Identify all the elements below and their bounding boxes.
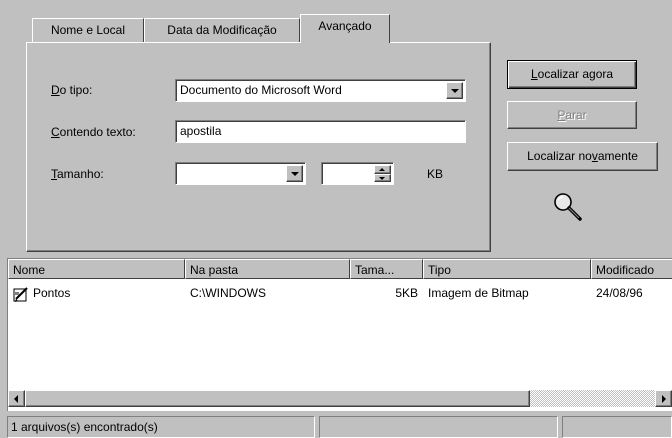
- tab-nome-e-local[interactable]: Nome e Local: [32, 18, 144, 42]
- status-panel-3: [562, 416, 672, 438]
- column-header-size[interactable]: Tama...: [350, 259, 423, 279]
- contains-text-value: apostila: [180, 124, 222, 138]
- cell-type: Imagem de Bitmap: [428, 286, 529, 300]
- column-header-modified[interactable]: Modificado: [591, 259, 672, 279]
- cell-folder: C:\WINDOWS: [190, 286, 266, 300]
- spin-down-button[interactable]: [374, 174, 391, 182]
- cell-size: 5KB: [395, 286, 418, 300]
- chevron-down-icon: [451, 89, 459, 93]
- arrow-up-icon: [379, 168, 385, 171]
- arrow-left-icon: [14, 395, 18, 403]
- tab-avancado[interactable]: Avançado: [300, 14, 390, 43]
- stop-label: Parar: [557, 108, 587, 122]
- status-panel-2: [319, 416, 558, 438]
- type-select-value: Documento do Microsoft Word: [180, 83, 342, 97]
- status-text-panel: 1 arquivos(s) encontrado(s): [7, 416, 315, 438]
- type-label: Do tipo:: [51, 83, 93, 97]
- spin-up-button[interactable]: [374, 165, 391, 174]
- size-condition-select[interactable]: [175, 162, 306, 185]
- results-list[interactable]: Nome Na pasta Tama... Tipo Modificado Po…: [7, 258, 672, 411]
- contains-text-label: Contendo texto:: [51, 125, 136, 139]
- stop-button[interactable]: Parar: [507, 101, 637, 129]
- find-now-label: Localizar agora: [530, 67, 614, 81]
- type-select[interactable]: Documento do Microsoft Word: [175, 79, 466, 102]
- size-dropdown-button[interactable]: [286, 165, 303, 182]
- column-header-name[interactable]: Nome: [8, 259, 185, 279]
- tab-data-da-modificacao[interactable]: Data da Modificação: [144, 18, 300, 42]
- tab-label: Avançado: [318, 19, 372, 33]
- arrow-down-icon: [379, 177, 385, 180]
- find-now-button[interactable]: Localizar agora: [507, 60, 637, 89]
- cell-name: Pontos: [33, 286, 71, 300]
- cell-modified: 24/08/96: [596, 286, 643, 300]
- column-header-type[interactable]: Tipo: [423, 259, 591, 279]
- tab-label: Nome e Local: [50, 23, 126, 37]
- type-dropdown-button[interactable]: [446, 82, 463, 99]
- scroll-thumb[interactable]: [25, 390, 530, 407]
- size-unit-label: KB: [427, 167, 444, 181]
- arrow-right-icon: [662, 395, 666, 403]
- tab-label: Data da Modificação: [167, 23, 277, 37]
- column-header-folder[interactable]: Na pasta: [185, 259, 350, 279]
- bitmap-file-icon: [13, 287, 28, 302]
- size-label: Tamanho:: [51, 167, 104, 181]
- new-search-button[interactable]: Localizar novamente: [507, 142, 658, 171]
- contains-text-input[interactable]: apostila: [175, 120, 466, 143]
- size-number-input[interactable]: [321, 162, 394, 185]
- status-text: 1 arquivos(s) encontrado(s): [11, 420, 158, 434]
- scroll-right-button[interactable]: [655, 390, 672, 407]
- scroll-left-button[interactable]: [8, 390, 25, 407]
- new-search-label: Localizar novamente: [527, 149, 638, 163]
- advanced-panel: Do tipo: Documento do Microsoft Word Con…: [26, 42, 491, 252]
- horizontal-scrollbar[interactable]: [8, 390, 672, 407]
- magnifier-icon: [554, 193, 582, 221]
- chevron-down-icon: [291, 172, 299, 176]
